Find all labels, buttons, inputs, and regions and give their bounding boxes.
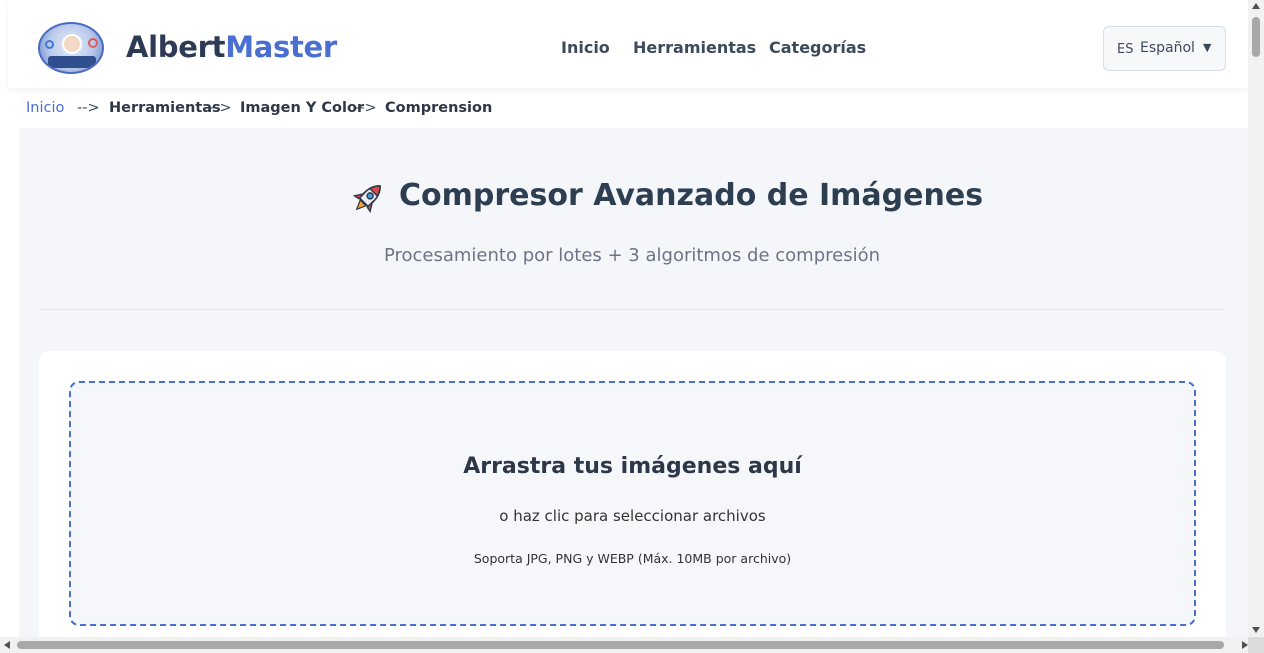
breadcrumb-inicio[interactable]: Inicio (26, 100, 64, 116)
scroll-up-arrow-icon[interactable] (1252, 3, 1260, 9)
breadcrumb-separator: --> (354, 100, 377, 116)
breadcrumb-herramientas[interactable]: Herramientas (109, 100, 221, 116)
dropzone-title: Arrastra tus imágenes aquí (463, 454, 802, 479)
brand-part-1: Albert (126, 30, 226, 64)
page-title-text: Compresor Avanzado de Imágenes (399, 178, 984, 213)
horizontal-scrollbar[interactable] (0, 637, 1264, 653)
nav-inicio[interactable]: Inicio (561, 38, 610, 57)
nav-herramientas[interactable]: Herramientas (633, 38, 756, 57)
vertical-scroll-thumb[interactable] (1252, 17, 1260, 57)
language-code: ES (1117, 42, 1134, 57)
brand-name[interactable]: AlbertMaster (126, 30, 337, 64)
brand-part-2: Master (225, 30, 337, 64)
scrollbar-corner (1248, 637, 1264, 653)
breadcrumb-imagen-y-color[interactable]: Imagen Y Color (240, 100, 364, 116)
breadcrumb-separator: --> (209, 100, 232, 116)
nav-categorias[interactable]: Categorías (769, 38, 866, 57)
scroll-left-arrow-icon[interactable] (4, 641, 10, 649)
site-header: AlbertMaster Inicio Herramientas Categor… (8, 0, 1248, 88)
image-dropzone[interactable]: Arrastra tus imágenes aquí o haz clic pa… (69, 381, 1196, 626)
horizontal-scroll-thumb[interactable] (17, 641, 1224, 649)
dropzone-note: Soporta JPG, PNG y WEBP (Máx. 10MB por a… (473, 551, 792, 566)
breadcrumb-comprension: Comprension (385, 100, 493, 116)
divider (40, 309, 1225, 310)
chevron-down-icon: ▼ (1203, 41, 1212, 54)
logo-face (62, 34, 82, 54)
logo-gear-red (88, 38, 98, 48)
albertmaster-logo[interactable] (38, 22, 104, 74)
language-selector[interactable]: ES Español ▼ (1103, 26, 1226, 71)
page-subtitle: Procesamiento por lotes + 3 algoritmos d… (383, 245, 881, 266)
vertical-scrollbar[interactable] (1248, 0, 1264, 637)
scroll-down-arrow-icon[interactable] (1252, 627, 1260, 633)
logo-gear-blue (45, 40, 54, 49)
rocket-icon (352, 185, 381, 214)
breadcrumb-separator: --> (77, 100, 100, 116)
page: AlbertMaster Inicio Herramientas Categor… (0, 0, 1248, 637)
dropzone-subtitle: o haz clic para seleccionar archivos (499, 507, 766, 525)
logo-desk (48, 56, 96, 68)
language-label: Español (1140, 40, 1195, 56)
